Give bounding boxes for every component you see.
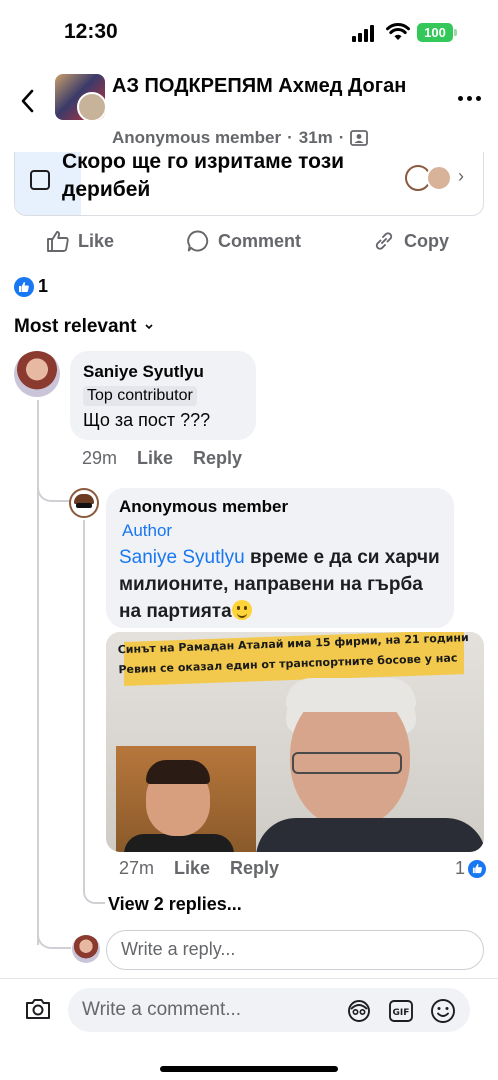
anonymous-avatar[interactable] [69, 488, 99, 518]
reaction-count: 1 [38, 276, 49, 296]
copy-button[interactable]: Copy [372, 228, 449, 254]
battery-tip [454, 29, 457, 36]
sort-dropdown[interactable]: Most relevant [14, 316, 154, 338]
attached-photo[interactable]: Синът на Рамадан Аталай има 15 фирми, на… [106, 632, 484, 852]
reply-input[interactable]: Write a reply... [106, 930, 484, 970]
voter-avatar [426, 165, 452, 191]
back-chevron-icon[interactable] [18, 88, 38, 114]
avatar[interactable] [14, 351, 60, 397]
svg-text:GIF: GIF [393, 1008, 410, 1018]
like-reaction-icon [468, 859, 487, 878]
emoji-icon[interactable] [430, 998, 456, 1024]
comment-icon [187, 230, 209, 252]
thread-connector [37, 905, 71, 949]
copy-label: Copy [404, 230, 449, 251]
more-icon[interactable] [458, 96, 482, 104]
divider [0, 978, 498, 979]
poll-option-text: Скоро ще го изритаме този дерибей [62, 150, 345, 201]
comment-like-button[interactable]: Like [137, 448, 173, 469]
comment-time[interactable]: 29m [82, 448, 117, 469]
thumbs-up-icon [47, 231, 69, 252]
comment-label: Comment [218, 230, 302, 251]
group-name[interactable]: АЗ ПОДКРЕПЯМ Ахмед Доган [112, 74, 412, 99]
post-author[interactable]: Anonymous member [112, 128, 281, 148]
reply-text: Saniye Syutlyu време е да си харчи милио… [119, 544, 449, 625]
thread-connector [83, 870, 105, 904]
author-badge: Author [122, 521, 173, 540]
reply-like-count[interactable]: 1 [455, 858, 487, 879]
reply-time[interactable]: 27m [119, 858, 154, 879]
top-contributor-badge: Top contributor [83, 386, 197, 406]
battery-icon: 100 [417, 23, 453, 42]
chevron-down-icon [145, 324, 154, 330]
wifi-icon [386, 23, 410, 40]
like-label: Like [78, 230, 115, 251]
like-button[interactable]: Like [46, 228, 114, 254]
thread-connector [37, 460, 71, 502]
thread-line [83, 520, 85, 890]
chevron-right-icon[interactable]: › [458, 166, 464, 187]
home-indicator [160, 1066, 338, 1072]
poll-checkbox[interactable] [30, 170, 50, 190]
gif-icon[interactable]: GIF [388, 999, 414, 1023]
smile-emoji-icon [231, 600, 252, 620]
post-time[interactable]: 31m [299, 128, 333, 148]
status-time: 12:30 [64, 20, 118, 43]
reply-reply-button[interactable]: Reply [230, 858, 279, 879]
like-count: 1 [455, 858, 466, 878]
reply-actions: 27m Like Reply [119, 858, 279, 879]
comment-text: Що за пост ??? [83, 410, 211, 430]
view-replies-link[interactable]: View 2 replies... [108, 894, 242, 915]
comment-button[interactable]: Comment [186, 228, 301, 254]
meta-dot: · [338, 128, 345, 147]
meta-dot: · [287, 128, 293, 147]
reply-author[interactable]: Anonymous member [119, 497, 288, 517]
link-icon [375, 232, 393, 250]
group-avatar[interactable] [55, 74, 105, 120]
comment-actions: 29m Like Reply [82, 448, 242, 469]
comment-author[interactable]: Saniye Syutlyu [83, 362, 204, 382]
avatar-sticker-icon[interactable] [346, 999, 372, 1023]
reply-like-button[interactable]: Like [174, 858, 210, 879]
comment-reply-button[interactable]: Reply [193, 448, 242, 469]
current-user-avatar [72, 935, 100, 963]
like-reaction-icon [14, 276, 34, 297]
reaction-summary[interactable]: 1 [14, 276, 48, 297]
mention-link[interactable]: Saniye Syutlyu [119, 547, 245, 568]
cellular-signal-icon [352, 24, 378, 42]
camera-icon[interactable] [24, 996, 52, 1022]
post-meta: Anonymous member · 31m · [112, 128, 369, 148]
sort-label: Most relevant [14, 316, 137, 337]
audience-icon [350, 130, 369, 146]
